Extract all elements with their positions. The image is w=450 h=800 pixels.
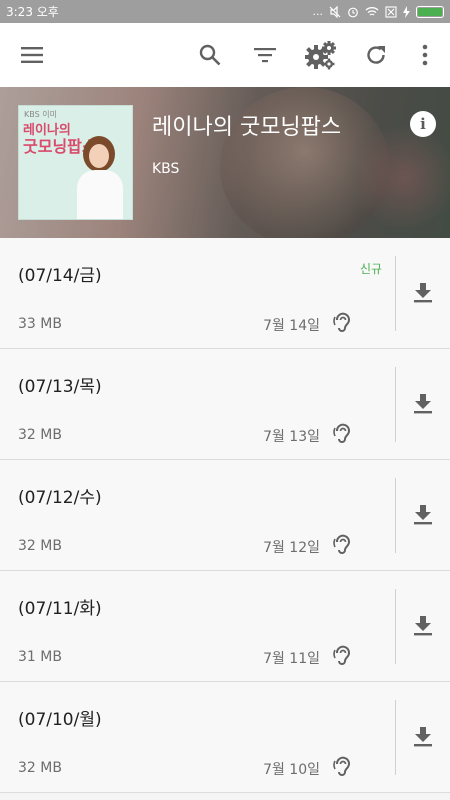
row-divider bbox=[395, 367, 396, 442]
episode-row[interactable]: (07/11/화) 31 MB 7월 11일 bbox=[0, 571, 450, 682]
row-divider bbox=[395, 256, 396, 331]
episode-title: (07/14/금) bbox=[18, 266, 102, 286]
episode-date: 7월 11일 bbox=[263, 651, 320, 667]
ear-icon bbox=[333, 756, 350, 776]
download-button[interactable] bbox=[408, 611, 438, 641]
info-button[interactable]: i bbox=[410, 111, 436, 137]
download-button[interactable] bbox=[408, 722, 438, 752]
row-divider bbox=[395, 478, 396, 553]
podcast-header: KBS 이미 레이나의 굿모닝팝스 레이나의 굿모닝팝스 KBS i bbox=[0, 87, 450, 238]
episode-row[interactable]: (07/14/금) 신규 33 MB 7월 14일 bbox=[0, 238, 450, 349]
episode-size: 33 MB bbox=[18, 316, 62, 332]
filter-button[interactable] bbox=[243, 33, 287, 77]
episode-date: 7월 10일 bbox=[263, 762, 320, 778]
download-button[interactable] bbox=[408, 278, 438, 308]
mute-icon bbox=[329, 5, 341, 18]
download-icon bbox=[414, 505, 432, 525]
status-bar: 3:23 오후 ... bbox=[0, 0, 450, 23]
episode-title: (07/12/수) bbox=[18, 488, 102, 508]
battery-icon bbox=[416, 5, 444, 18]
settings-button[interactable] bbox=[299, 33, 343, 77]
podcast-title: 레이나의 굿모닝팝스 bbox=[152, 115, 342, 140]
row-divider bbox=[395, 700, 396, 775]
more-options-button[interactable] bbox=[403, 33, 447, 77]
episode-title: (07/13/목) bbox=[18, 377, 102, 397]
download-icon bbox=[414, 283, 432, 303]
episode-row[interactable]: (07/12/수) 32 MB 7월 12일 bbox=[0, 460, 450, 571]
download-icon bbox=[414, 394, 432, 414]
ear-icon bbox=[333, 312, 350, 332]
ear-icon bbox=[333, 534, 350, 554]
status-time: 3:23 오후 bbox=[6, 5, 59, 19]
menu-button[interactable] bbox=[10, 33, 54, 77]
episode-size: 31 MB bbox=[18, 649, 62, 665]
settings-icon bbox=[305, 41, 336, 70]
download-icon bbox=[414, 727, 432, 747]
album-art-brand: KBS 이미 bbox=[24, 110, 57, 119]
album-art: KBS 이미 레이나의 굿모닝팝스 bbox=[18, 105, 133, 220]
episode-title: (07/10/월) bbox=[18, 710, 102, 730]
search-icon bbox=[199, 44, 221, 66]
download-icon bbox=[414, 616, 432, 636]
episode-date: 7월 12일 bbox=[263, 540, 320, 556]
no-sim-icon bbox=[385, 5, 397, 18]
episode-row[interactable]: (07/10/월) 32 MB 7월 10일 bbox=[0, 682, 450, 793]
more-vert-icon bbox=[422, 44, 428, 66]
status-dots: ... bbox=[312, 5, 324, 18]
episode-date: 7월 13일 bbox=[263, 429, 320, 445]
episode-size: 32 MB bbox=[18, 427, 62, 443]
search-button[interactable] bbox=[188, 33, 232, 77]
episode-title: (07/11/화) bbox=[18, 599, 102, 619]
new-badge: 신규 bbox=[360, 262, 383, 276]
ear-icon bbox=[333, 423, 350, 443]
refresh-button[interactable] bbox=[354, 33, 398, 77]
info-icon: i bbox=[420, 115, 426, 133]
episode-date: 7월 14일 bbox=[263, 318, 320, 334]
refresh-icon bbox=[367, 46, 385, 64]
menu-icon bbox=[21, 47, 43, 63]
wifi-icon bbox=[365, 6, 379, 16]
episode-row[interactable]: (07/13/목) 32 MB 7월 13일 bbox=[0, 349, 450, 460]
charging-icon bbox=[403, 5, 410, 18]
status-icons: ... bbox=[312, 5, 444, 18]
toolbar bbox=[0, 23, 450, 87]
download-button[interactable] bbox=[408, 500, 438, 530]
filter-icon bbox=[254, 48, 276, 63]
podcast-author: KBS bbox=[152, 161, 180, 177]
download-button[interactable] bbox=[408, 389, 438, 419]
album-art-host-photo bbox=[77, 136, 123, 219]
episode-size: 32 MB bbox=[18, 760, 62, 776]
alarm-icon bbox=[348, 7, 358, 17]
episode-size: 32 MB bbox=[18, 538, 62, 554]
row-divider bbox=[395, 589, 396, 664]
ear-icon bbox=[333, 645, 350, 665]
episode-list: (07/14/금) 신규 33 MB 7월 14일 (07/13/목) 32 M… bbox=[0, 238, 450, 793]
